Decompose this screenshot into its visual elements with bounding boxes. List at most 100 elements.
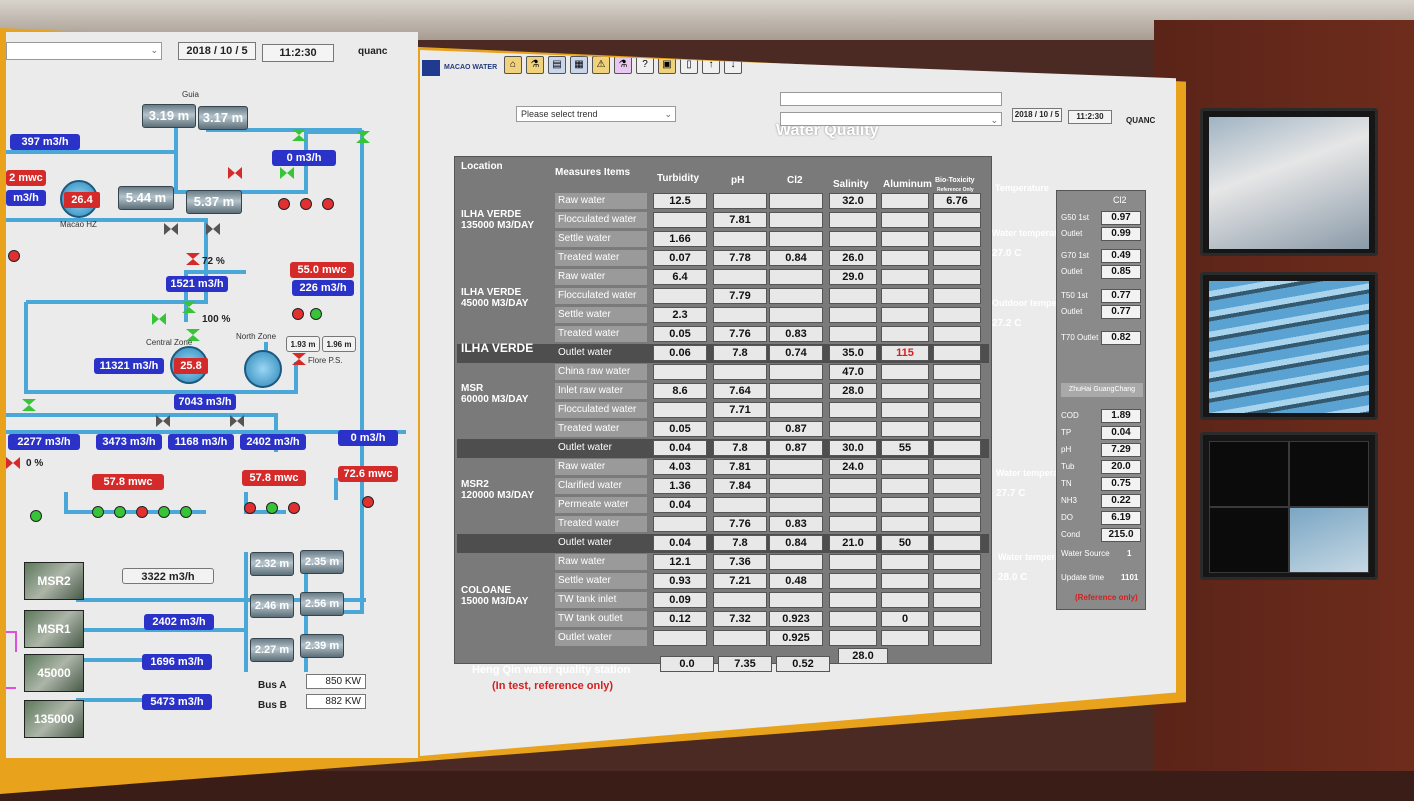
trend-select[interactable]: Please select trend ⌄ [516, 106, 676, 122]
value-cell [881, 592, 929, 608]
cctv-feed-2 [1209, 281, 1369, 413]
water-quality-table: Location Measures Items Turbidity pH Cl2… [454, 156, 1049, 664]
pump-icon[interactable] [244, 502, 256, 514]
value-cell [713, 269, 767, 285]
valve-icon[interactable] [292, 128, 306, 141]
value-cell [769, 307, 823, 323]
pump-icon[interactable] [310, 308, 322, 320]
flask-icon[interactable]: ⚗ [526, 56, 544, 74]
exit-icon[interactable]: ▯ [680, 56, 698, 74]
plant-thumb-45000[interactable]: 45000 [24, 654, 84, 692]
valve-icon[interactable] [228, 166, 242, 179]
tank-level-8: 2.39 m [300, 634, 344, 658]
flow-msr2: 3322 m3/h [122, 568, 214, 584]
value-cell: 0.04 [653, 535, 707, 551]
measure-item: Permeate water [555, 497, 647, 513]
warning-icon[interactable]: ⚠ [592, 56, 610, 74]
location-ilha-verde-45000: ILHA VERDE 45000 M3/DAY [461, 287, 528, 309]
measure-item: TW tank outlet [555, 611, 647, 627]
value-cell [653, 516, 707, 532]
valve-icon[interactable] [156, 414, 170, 427]
value-cell [829, 402, 877, 418]
pressure-72: 72.6 mwc [338, 466, 398, 482]
pump-icon[interactable] [180, 506, 192, 518]
value-cell [829, 630, 877, 646]
value-cell: 6.76 [933, 193, 981, 209]
value-cell [933, 364, 981, 380]
value-cell: 7.36 [713, 554, 767, 570]
plant-thumb-msr1[interactable]: MSR1 [24, 610, 84, 648]
value-cell [769, 402, 823, 418]
location-capacity: 60000 M3/DAY [461, 394, 529, 405]
value-cell: 0.04 [653, 497, 707, 513]
value-cell [769, 364, 823, 380]
value-cell [933, 630, 981, 646]
pump-icon[interactable] [322, 198, 334, 210]
metric-label: NH3 [1061, 496, 1078, 505]
pump-icon[interactable] [288, 502, 300, 514]
value-cell: 0.74 [769, 345, 823, 361]
value-cell [881, 497, 929, 513]
value-cell: 0.09 [653, 592, 707, 608]
arrow-up-icon[interactable]: ↑ [702, 56, 720, 74]
measure-item: Outlet water [555, 535, 647, 551]
hengqin-ph: 7.35 [718, 656, 772, 672]
valve-icon[interactable] [152, 312, 166, 325]
value-cell [933, 345, 981, 361]
valve-icon[interactable] [182, 300, 196, 313]
location-name: ILHA VERDE [461, 209, 522, 220]
value-cell [933, 421, 981, 437]
pump-icon[interactable] [30, 510, 42, 522]
flow-1521: 1521 m3/h [166, 276, 228, 292]
pump-icon[interactable] [362, 496, 374, 508]
tank-level-7: 2.27 m [250, 638, 294, 662]
valve-icon[interactable] [164, 222, 178, 235]
help-icon[interactable]: ? [636, 56, 654, 74]
plant-thumb-msr2[interactable]: MSR2 [24, 562, 84, 600]
pump-icon[interactable] [136, 506, 148, 518]
valve-icon[interactable] [206, 222, 220, 235]
tank-level-3: 2.32 m [250, 552, 294, 576]
pump-icon[interactable] [292, 308, 304, 320]
valve-icon[interactable] [356, 130, 370, 143]
pump-icon[interactable] [114, 506, 126, 518]
pump-icon[interactable] [300, 198, 312, 210]
value-cell [713, 307, 767, 323]
value-cell [653, 630, 707, 646]
valve-icon[interactable] [292, 352, 306, 365]
pump-icon[interactable] [266, 502, 278, 514]
valve-icon[interactable] [280, 166, 294, 179]
bus-a-value: 850 KW [306, 674, 366, 689]
pump-icon[interactable] [92, 506, 104, 518]
valve-icon[interactable] [6, 456, 20, 469]
hengqin-cl2: 0.52 [776, 656, 830, 672]
value-cell: 28.0 [829, 383, 877, 399]
lab-icon[interactable]: ⚗ [614, 56, 632, 74]
valve-icon[interactable] [22, 398, 36, 411]
document-icon[interactable]: ▤ [548, 56, 566, 74]
chart-icon[interactable]: ▦ [570, 56, 588, 74]
tank-level-north-2: 1.96 m [322, 336, 356, 352]
tank-level-1: 5.44 m [118, 186, 174, 210]
value-cell [881, 630, 929, 646]
value-cell: 6.4 [653, 269, 707, 285]
valve-icon[interactable] [230, 414, 244, 427]
home-icon[interactable]: ⌂ [504, 56, 522, 74]
pump-icon[interactable] [158, 506, 170, 518]
top-select[interactable] [780, 92, 1002, 106]
valve-icon[interactable] [186, 252, 200, 265]
arrow-down-icon[interactable]: ↓ [724, 56, 742, 74]
value-cell [933, 459, 981, 475]
value-cell: 7.81 [713, 459, 767, 475]
plant-thumb-135000[interactable]: 135000 [24, 700, 84, 738]
location-ilha-verde-outlet: ILHA VERDE [461, 341, 534, 355]
cl2-point-value: 0.77 [1101, 289, 1141, 303]
value-cell [881, 402, 929, 418]
pump-icon[interactable] [278, 198, 290, 210]
pump-icon[interactable] [8, 250, 20, 262]
cl2-point-label: Outlet [1061, 307, 1083, 316]
flow-left-cut: m3/h [6, 190, 46, 206]
right-select[interactable]: ⌄ [780, 112, 1002, 126]
location-msr: MSR 60000 M3/DAY [461, 383, 528, 405]
value-cell [829, 212, 877, 228]
